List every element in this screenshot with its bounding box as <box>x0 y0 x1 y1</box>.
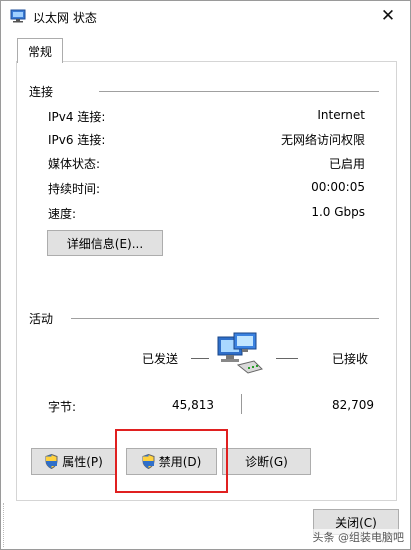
speed-value: 1.0 Gbps <box>311 205 365 219</box>
left-edge-grip <box>3 503 12 547</box>
ipv4-value: Internet <box>317 108 365 122</box>
received-dash <box>276 358 298 359</box>
tab-general[interactable]: 常规 <box>17 38 63 63</box>
media-state-value: 已启用 <box>328 157 365 171</box>
media-state-label: 媒体状态: <box>48 157 101 171</box>
duration-value: 00:00:05 <box>311 180 365 194</box>
activity-group-label: 活动 <box>29 312 54 326</box>
network-adapter-icon <box>10 9 26 23</box>
tab-general-label: 常规 <box>27 44 52 59</box>
received-label: 已接收 <box>332 352 369 366</box>
network-computers-icon <box>217 332 263 374</box>
sent-label: 已发送 <box>142 352 179 366</box>
sent-dash <box>191 358 209 359</box>
activity-group-divider <box>71 318 379 319</box>
ipv4-label: IPv4 连接: <box>48 110 106 124</box>
close-window-button[interactable]: ✕ <box>366 1 410 31</box>
ipv6-value: 无网络访问权限 <box>280 133 365 147</box>
bytes-received-value: 82,709 <box>332 398 374 412</box>
speed-label: 速度: <box>48 207 77 221</box>
close-icon: ✕ <box>380 6 396 26</box>
disable-button-label: 禁用(D) <box>158 455 202 469</box>
bytes-sent-value: 45,813 <box>172 398 214 412</box>
watermark: 头条 @组装电脑吧 <box>312 529 404 545</box>
title-bar: 以太网 状态 ✕ <box>1 1 410 31</box>
disable-button[interactable]: 禁用(D) <box>126 448 217 475</box>
uac-shield-icon <box>142 454 155 469</box>
properties-button-label: 属性(P) <box>62 455 103 469</box>
connection-group-divider <box>99 91 379 92</box>
general-panel <box>16 61 397 501</box>
ethernet-status-window: 以太网 状态 ✕ 常规 连接 IPv4 连接: Internet IPv6 连接… <box>0 0 411 550</box>
window-title: 以太网 状态 <box>33 11 97 25</box>
duration-label: 持续时间: <box>48 182 101 196</box>
bytes-label: 字节: <box>48 400 77 414</box>
properties-button[interactable]: 属性(P) <box>31 448 117 475</box>
bytes-divider <box>241 394 242 414</box>
uac-shield-icon <box>45 454 58 469</box>
details-button[interactable]: 详细信息(E)... <box>47 230 163 256</box>
ipv6-label: IPv6 连接: <box>48 133 106 147</box>
diagnose-button[interactable]: 诊断(G) <box>222 448 311 475</box>
connection-group-label: 连接 <box>29 85 54 99</box>
